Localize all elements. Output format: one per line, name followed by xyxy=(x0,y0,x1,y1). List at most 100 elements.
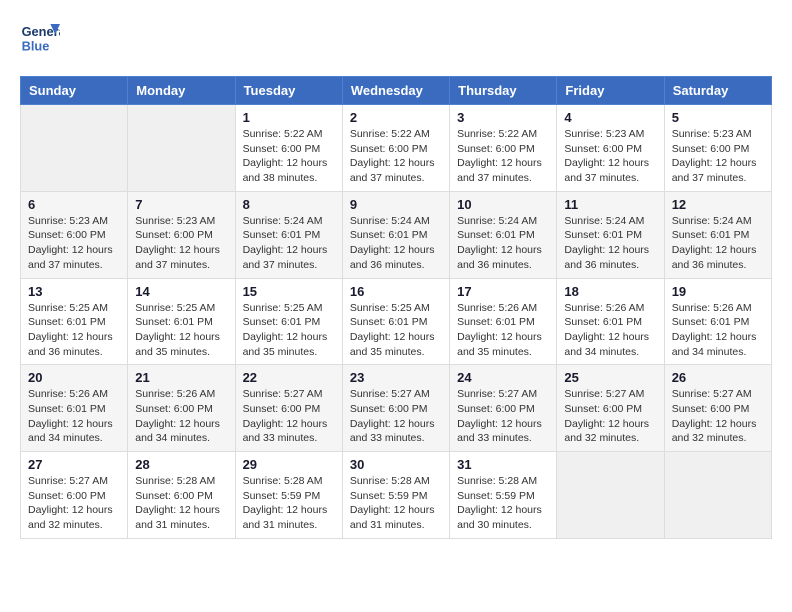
calendar-day-cell: 6 Sunrise: 5:23 AMSunset: 6:00 PMDaylight… xyxy=(21,191,128,278)
day-info: Sunrise: 5:23 AMSunset: 6:00 PMDaylight:… xyxy=(564,127,656,186)
day-info: Sunrise: 5:24 AMSunset: 6:01 PMDaylight:… xyxy=(672,214,764,273)
day-number: 16 xyxy=(350,284,442,299)
day-info: Sunrise: 5:28 AMSunset: 5:59 PMDaylight:… xyxy=(457,474,549,533)
calendar-day-cell: 21 Sunrise: 5:26 AMSunset: 6:00 PMDayligh… xyxy=(128,365,235,452)
day-info: Sunrise: 5:24 AMSunset: 6:01 PMDaylight:… xyxy=(243,214,335,273)
day-number: 6 xyxy=(28,197,120,212)
day-info: Sunrise: 5:24 AMSunset: 6:01 PMDaylight:… xyxy=(564,214,656,273)
day-number: 27 xyxy=(28,457,120,472)
calendar-day-cell: 7 Sunrise: 5:23 AMSunset: 6:00 PMDaylight… xyxy=(128,191,235,278)
calendar-day-cell: 26 Sunrise: 5:27 AMSunset: 6:00 PMDayligh… xyxy=(664,365,771,452)
calendar-day-cell: 5 Sunrise: 5:23 AMSunset: 6:00 PMDaylight… xyxy=(664,105,771,192)
calendar-day-cell: 3Sunrise: 5:22 AMSunset: 6:00 PMDaylight… xyxy=(450,105,557,192)
calendar-day-cell: 30 Sunrise: 5:28 AMSunset: 5:59 PMDayligh… xyxy=(342,452,449,539)
calendar-day-cell: 9Sunrise: 5:24 AMSunset: 6:01 PMDaylight… xyxy=(342,191,449,278)
day-number: 7 xyxy=(135,197,227,212)
day-number: 13 xyxy=(28,284,120,299)
day-info: Sunrise: 5:26 AMSunset: 6:01 PMDaylight:… xyxy=(672,301,764,360)
weekday-header: Saturday xyxy=(664,77,771,105)
day-info: Sunrise: 5:25 AMSunset: 6:01 PMDaylight:… xyxy=(350,301,442,360)
calendar-day-cell: 28Sunrise: 5:28 AMSunset: 6:00 PMDayligh… xyxy=(128,452,235,539)
day-info: Sunrise: 5:28 AMSunset: 5:59 PMDaylight:… xyxy=(350,474,442,533)
day-info: Sunrise: 5:28 AMSunset: 5:59 PMDaylight:… xyxy=(243,474,335,533)
day-info: Sunrise: 5:25 AMSunset: 6:01 PMDaylight:… xyxy=(28,301,120,360)
day-info: Sunrise: 5:24 AMSunset: 6:01 PMDaylight:… xyxy=(457,214,549,273)
day-number: 17 xyxy=(457,284,549,299)
day-info: Sunrise: 5:27 AMSunset: 6:00 PMDaylight:… xyxy=(672,387,764,446)
calendar-day-cell xyxy=(664,452,771,539)
calendar-day-cell: 31 Sunrise: 5:28 AMSunset: 5:59 PMDayligh… xyxy=(450,452,557,539)
calendar-day-cell: 13 Sunrise: 5:25 AMSunset: 6:01 PMDayligh… xyxy=(21,278,128,365)
calendar-header-row: SundayMondayTuesdayWednesdayThursdayFrid… xyxy=(21,77,772,105)
calendar-day-cell xyxy=(21,105,128,192)
calendar-day-cell: 17 Sunrise: 5:26 AMSunset: 6:01 PMDayligh… xyxy=(450,278,557,365)
day-number: 3 xyxy=(457,110,549,125)
day-number: 22 xyxy=(243,370,335,385)
day-number: 31 xyxy=(457,457,549,472)
calendar-day-cell: 4 Sunrise: 5:23 AMSunset: 6:00 PMDaylight… xyxy=(557,105,664,192)
calendar-day-cell: 12 Sunrise: 5:24 AMSunset: 6:01 PMDayligh… xyxy=(664,191,771,278)
calendar-day-cell xyxy=(128,105,235,192)
day-number: 25 xyxy=(564,370,656,385)
calendar-table: SundayMondayTuesdayWednesdayThursdayFrid… xyxy=(20,76,772,539)
calendar-day-cell: 14 Sunrise: 5:25 AMSunset: 6:01 PMDayligh… xyxy=(128,278,235,365)
calendar-day-cell: 23 Sunrise: 5:27 AMSunset: 6:00 PMDayligh… xyxy=(342,365,449,452)
day-number: 24 xyxy=(457,370,549,385)
calendar-day-cell: 24 Sunrise: 5:27 AMSunset: 6:00 PMDayligh… xyxy=(450,365,557,452)
day-info: Sunrise: 5:25 AMSunset: 6:01 PMDaylight:… xyxy=(135,301,227,360)
svg-text:Blue: Blue xyxy=(22,38,50,53)
day-info: Sunrise: 5:26 AMSunset: 6:00 PMDaylight:… xyxy=(135,387,227,446)
calendar-day-cell: 25Sunrise: 5:27 AMSunset: 6:00 PMDayligh… xyxy=(557,365,664,452)
weekday-header: Friday xyxy=(557,77,664,105)
day-info: Sunrise: 5:28 AMSunset: 6:00 PMDaylight:… xyxy=(135,474,227,533)
day-number: 5 xyxy=(672,110,764,125)
day-info: Sunrise: 5:27 AMSunset: 6:00 PMDaylight:… xyxy=(457,387,549,446)
day-info: Sunrise: 5:26 AMSunset: 6:01 PMDaylight:… xyxy=(564,301,656,360)
day-number: 30 xyxy=(350,457,442,472)
day-number: 18 xyxy=(564,284,656,299)
day-number: 14 xyxy=(135,284,227,299)
day-number: 21 xyxy=(135,370,227,385)
day-info: Sunrise: 5:27 AMSunset: 6:00 PMDaylight:… xyxy=(350,387,442,446)
calendar-day-cell: 10 Sunrise: 5:24 AMSunset: 6:01 PMDayligh… xyxy=(450,191,557,278)
day-number: 29 xyxy=(243,457,335,472)
calendar-day-cell: 22 Sunrise: 5:27 AMSunset: 6:00 PMDayligh… xyxy=(235,365,342,452)
logo: General Blue xyxy=(20,20,68,60)
calendar-day-cell: 18 Sunrise: 5:26 AMSunset: 6:01 PMDayligh… xyxy=(557,278,664,365)
day-info: Sunrise: 5:27 AMSunset: 6:00 PMDaylight:… xyxy=(243,387,335,446)
weekday-header: Tuesday xyxy=(235,77,342,105)
day-number: 12 xyxy=(672,197,764,212)
day-number: 9 xyxy=(350,197,442,212)
day-number: 2 xyxy=(350,110,442,125)
day-info: Sunrise: 5:23 AMSunset: 6:00 PMDaylight:… xyxy=(672,127,764,186)
day-number: 10 xyxy=(457,197,549,212)
day-number: 11 xyxy=(564,197,656,212)
calendar-week-row: 1 Sunrise: 5:22 AMSunset: 6:00 PMDaylight… xyxy=(21,105,772,192)
day-info: Sunrise: 5:26 AMSunset: 6:01 PMDaylight:… xyxy=(457,301,549,360)
calendar-day-cell: 16 Sunrise: 5:25 AMSunset: 6:01 PMDayligh… xyxy=(342,278,449,365)
calendar-day-cell: 11 Sunrise: 5:24 AMSunset: 6:01 PMDayligh… xyxy=(557,191,664,278)
day-info: Sunrise: 5:26 AMSunset: 6:01 PMDaylight:… xyxy=(28,387,120,446)
day-number: 8 xyxy=(243,197,335,212)
day-info: Sunrise: 5:27 AMSunset: 6:00 PMDaylight:… xyxy=(28,474,120,533)
day-info: Sunrise: 5:25 AMSunset: 6:01 PMDaylight:… xyxy=(243,301,335,360)
calendar-day-cell: 27 Sunrise: 5:27 AMSunset: 6:00 PMDayligh… xyxy=(21,452,128,539)
weekday-header: Wednesday xyxy=(342,77,449,105)
calendar-day-cell: 1 Sunrise: 5:22 AMSunset: 6:00 PMDaylight… xyxy=(235,105,342,192)
day-number: 4 xyxy=(564,110,656,125)
weekday-header: Monday xyxy=(128,77,235,105)
day-info: Sunrise: 5:23 AMSunset: 6:00 PMDaylight:… xyxy=(135,214,227,273)
page-header: General Blue xyxy=(20,20,772,60)
calendar-day-cell: 8 Sunrise: 5:24 AMSunset: 6:01 PMDaylight… xyxy=(235,191,342,278)
logo-icon: General Blue xyxy=(20,20,60,60)
calendar-day-cell xyxy=(557,452,664,539)
calendar-week-row: 20 Sunrise: 5:26 AMSunset: 6:01 PMDayligh… xyxy=(21,365,772,452)
day-info: Sunrise: 5:22 AMSunset: 6:00 PMDaylight:… xyxy=(243,127,335,186)
day-info: Sunrise: 5:23 AMSunset: 6:00 PMDaylight:… xyxy=(28,214,120,273)
day-number: 26 xyxy=(672,370,764,385)
day-number: 20 xyxy=(28,370,120,385)
weekday-header: Sunday xyxy=(21,77,128,105)
day-number: 1 xyxy=(243,110,335,125)
day-number: 23 xyxy=(350,370,442,385)
calendar-day-cell: 19Sunrise: 5:26 AMSunset: 6:01 PMDayligh… xyxy=(664,278,771,365)
